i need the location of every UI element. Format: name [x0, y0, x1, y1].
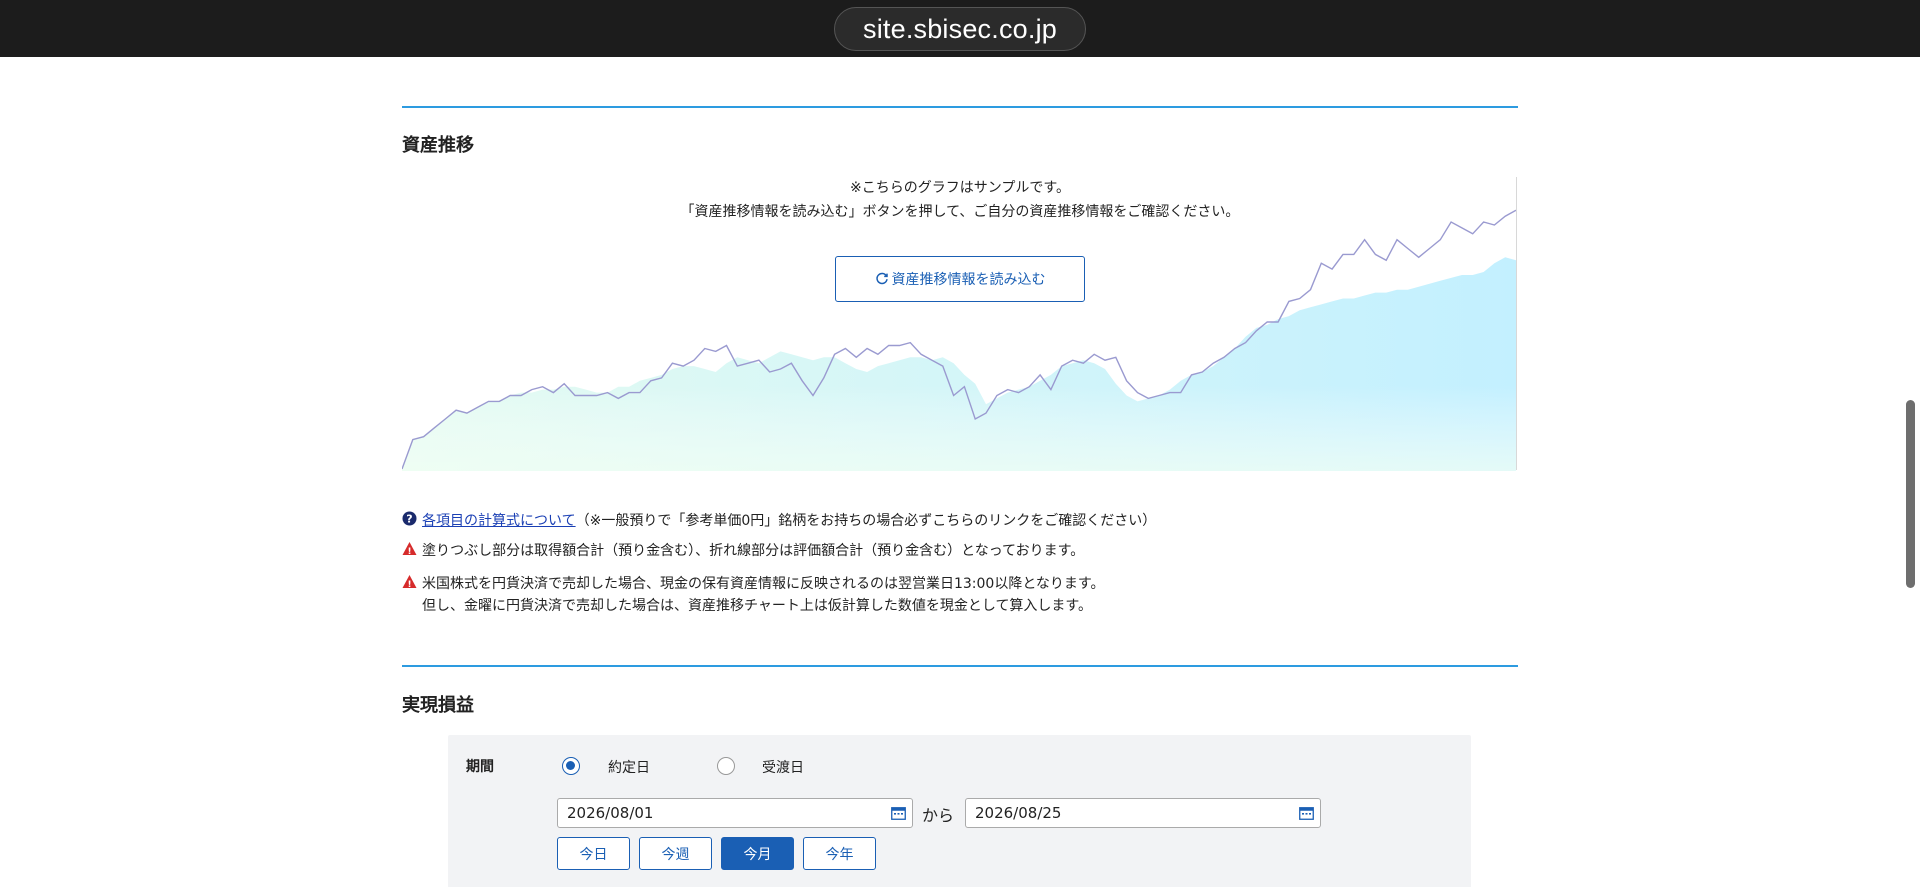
calendar-icon[interactable]	[891, 806, 906, 820]
us-stock-note: ! 米国株式を円貨決済で売却した場合、現金の保有資産情報に反映されるのは翌営業日…	[402, 573, 1105, 593]
chart-instruction: 「資産推移情報を読み込む」ボタンを押して、ご自分の資産推移情報をご確認ください。	[680, 204, 1240, 220]
date-from-input[interactable]: 2026/08/01	[557, 798, 913, 828]
date-to-input[interactable]: 2026/08/25	[965, 798, 1321, 828]
question-icon: ?	[402, 511, 417, 526]
sample-notice: ※こちらのグラフはサンプルです。	[850, 180, 1070, 196]
warning-icon: !	[402, 575, 417, 589]
period-label: 期間	[466, 759, 494, 775]
formula-link[interactable]: 各項目の計算式について	[422, 510, 576, 530]
asset-section-title: 資産推移	[402, 135, 474, 156]
url-text: site.sbisec.co.jp	[863, 13, 1057, 44]
section-divider	[402, 665, 1518, 667]
svg-text:?: ?	[406, 513, 412, 526]
date-to-value: 2026/08/25	[975, 804, 1062, 822]
date-from-value: 2026/08/01	[567, 804, 654, 822]
period-this-month-button[interactable]: 今月	[721, 837, 794, 870]
radio-settlement-date-label: 受渡日	[762, 760, 804, 776]
period-this-week-button[interactable]: 今週	[639, 837, 712, 870]
radio-settlement-date[interactable]	[717, 757, 735, 775]
formula-note: ? 各項目の計算式について （※一般預りで「参考単価0円」銘柄をお持ちの場合必ず…	[402, 510, 1156, 530]
formula-suffix: （※一般預りで「参考単価0円」銘柄をお持ちの場合必ずこちらのリンクをご確認くださ…	[575, 513, 1157, 529]
browser-top-bar: site.sbisec.co.jp	[0, 0, 1920, 57]
range-separator: から	[922, 806, 955, 825]
fill-legend-text: 塗りつぶし部分は取得額合計（預り金含む）、折れ線部分は評価額合計（預り金含む）と…	[422, 543, 1085, 559]
section-divider	[402, 106, 1518, 108]
radio-trade-date-label: 約定日	[608, 760, 650, 776]
load-asset-history-button[interactable]: 資産推移情報を読み込む	[835, 256, 1085, 302]
address-bar[interactable]: site.sbisec.co.jp	[834, 7, 1086, 51]
realized-section-title: 実現損益	[402, 695, 474, 716]
scrollbar-thumb[interactable]	[1906, 400, 1915, 588]
us-stock-line1: 米国株式を円貨決済で売却した場合、現金の保有資産情報に反映されるのは翌営業日13…	[422, 576, 1105, 592]
radio-trade-date[interactable]	[562, 757, 580, 775]
warning-icon: !	[402, 542, 417, 556]
calendar-icon[interactable]	[1299, 806, 1314, 820]
svg-text:!: !	[407, 547, 411, 556]
load-asset-history-label: 資産推移情報を読み込む	[891, 272, 1046, 288]
reload-icon	[875, 272, 888, 285]
period-today-button[interactable]: 今日	[557, 837, 630, 870]
us-stock-line2: 但し、金曜に円貨決済で売却した場合は、資産推移チャート上は仮計算した数値を現金と…	[422, 598, 1093, 614]
fill-legend-note: ! 塗りつぶし部分は取得額合計（預り金含む）、折れ線部分は評価額合計（預り金含む…	[402, 540, 1084, 560]
period-this-year-button[interactable]: 今年	[803, 837, 876, 870]
svg-text:!: !	[407, 580, 411, 589]
